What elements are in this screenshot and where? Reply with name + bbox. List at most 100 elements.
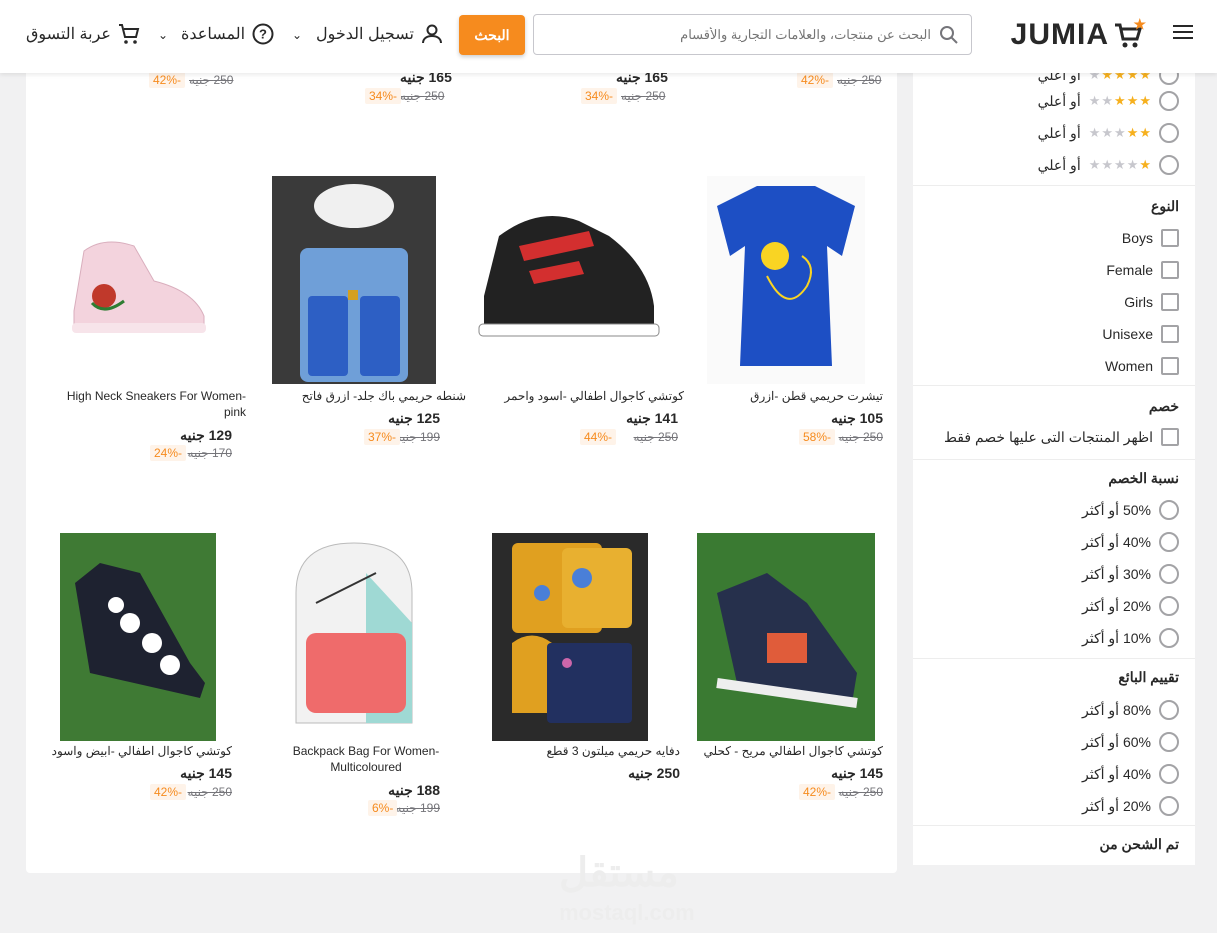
percent-option[interactable]: 40% أو أكثر: [1082, 532, 1179, 552]
percent-option[interactable]: 10% أو أكثر: [1082, 628, 1179, 648]
radio[interactable]: [1159, 796, 1179, 816]
radio[interactable]: [1159, 500, 1179, 520]
old-price: 199 جنيه: [395, 430, 440, 444]
radio[interactable]: [1159, 764, 1179, 784]
type-option[interactable]: Female: [1106, 261, 1179, 279]
checkbox[interactable]: [1161, 428, 1179, 446]
product-image-blue-backpack: [272, 176, 436, 384]
radio[interactable]: [1159, 91, 1179, 111]
old-price: 199 جنيه: [395, 801, 440, 815]
cart-icon: [118, 24, 140, 44]
logo-text: JUMIA: [1010, 18, 1109, 51]
radio[interactable]: [1159, 564, 1179, 584]
cart-label: عربة التسوق: [26, 26, 111, 43]
search-box[interactable]: [533, 14, 972, 55]
search-input[interactable]: [534, 15, 971, 54]
type-option[interactable]: Boys: [1122, 229, 1179, 247]
old-price: 250 جنيه: [838, 430, 883, 444]
seller-option[interactable]: 20% أو أكثر: [1082, 796, 1179, 816]
checkbox[interactable]: [1161, 325, 1179, 343]
percent-option[interactable]: 50% أو أكثر: [1082, 500, 1179, 520]
jumia-logo[interactable]: JUMIA ★: [1010, 16, 1146, 52]
menu-icon[interactable]: [1173, 25, 1193, 41]
radio[interactable]: [1159, 596, 1179, 616]
radio[interactable]: [1159, 628, 1179, 648]
percent-option[interactable]: 20% أو أكثر: [1082, 596, 1179, 616]
type-filter: النوع Boys Female Girls Unisexe Women: [913, 185, 1195, 385]
price: 125 جنيه: [388, 410, 440, 426]
product-card[interactable]: كوتشي كاجوال اطفالي مريح - كحلي 145 جنيه…: [697, 528, 897, 828]
user-icon: [421, 24, 442, 44]
radio[interactable]: [1159, 732, 1179, 752]
seller-rating-filter: تقييم البائع 80% أو أكثر 60% أو أكثر 40%…: [913, 658, 1195, 826]
product-card[interactable]: High Neck Sneakers For Women-pink 129 جن…: [46, 173, 246, 473]
stars-icon: ★ ★ ★ ★ ★: [1088, 93, 1151, 108]
product-name: كوتشي كاجوال اطفالي -ابيض واسود: [51, 744, 232, 758]
product-name: تيشرت حريمي قطن -ازرق: [750, 389, 883, 403]
old-price: 250 جنيه: [187, 785, 232, 799]
search-icon: [940, 26, 958, 44]
checkbox[interactable]: [1161, 357, 1179, 375]
discount-badge: -24%: [150, 445, 187, 461]
option-label: 10% أو أكثر: [1082, 629, 1151, 646]
option-label: 20% أو أكثر: [1082, 797, 1151, 814]
product-name: كوتشي كاجوال اطفالي مريح - كحلي: [703, 744, 883, 758]
watermark: مستقل mostaql.com: [559, 853, 695, 933]
radio[interactable]: [1159, 700, 1179, 720]
product-card[interactable]: تيشرت حريمي قطن -ازرق 105 جنيه 250 جنيه …: [697, 173, 897, 473]
watermark-ar: مستقل: [559, 851, 679, 895]
help-menu[interactable]: ? المساعدة: [181, 22, 275, 46]
discount-title: خصم: [1148, 398, 1179, 414]
login-menu[interactable]: تسجيل الدخول: [316, 22, 444, 46]
old-price: 250 جنيه: [837, 73, 882, 87]
seller-option[interactable]: 40% أو أكثر: [1082, 764, 1179, 784]
option-label: 30% أو أكثر: [1082, 565, 1151, 582]
product-card[interactable]: شنطه حريمي باك جلد- ازرق فاتح 125 جنيه 1…: [266, 173, 466, 473]
type-option[interactable]: Girls: [1124, 293, 1179, 311]
radio[interactable]: [1159, 155, 1179, 175]
price: 129 جنيه: [180, 427, 232, 443]
rating-label: أو أعلي: [1037, 156, 1081, 173]
price: 250 جنيه: [628, 765, 680, 781]
product-card[interactable]: Backpack Bag For Women-Multicoloured 188…: [266, 528, 466, 828]
radio[interactable]: [1159, 123, 1179, 143]
seller-option[interactable]: 80% أو أكثر: [1082, 700, 1179, 720]
discount-only-option[interactable]: اظهر المنتجات التى عليها خصم فقط: [944, 428, 1179, 446]
help-icon: ?: [252, 23, 274, 45]
price: 141 جنيه: [626, 410, 678, 426]
type-option[interactable]: Unisexe: [1102, 325, 1179, 343]
old-price: 250 جنيه: [838, 785, 883, 799]
login-chevron-down-icon[interactable]: ⌄: [292, 28, 302, 42]
checkbox[interactable]: [1161, 229, 1179, 247]
product-name: دفايه حريمي ميلتون 3 قطع: [546, 744, 680, 758]
product-card[interactable]: دفايه حريمي ميلتون 3 قطع 250 جنيه: [484, 528, 684, 828]
search-button[interactable]: البحث: [459, 15, 525, 55]
product-card[interactable]: كوتشي كاجوال اطفالي -اسود واحمر 141 جنيه…: [469, 173, 684, 473]
product-name: كوتشي كاجوال اطفالي -اسود واحمر: [504, 389, 684, 403]
option-label: 60% أو أكثر: [1082, 733, 1151, 750]
product-card[interactable]: كوتشي كاجوال اطفالي -ابيض واسود 145 جنيه…: [46, 528, 246, 828]
rating-option[interactable]: ★ ★ ★ ★ ★ أو أعلي: [1038, 123, 1179, 143]
rating-option[interactable]: ★ ★ ★ ★ ★ أو أعلي: [1038, 155, 1179, 175]
price: 145 جنيه: [831, 765, 883, 781]
rating-label: أو أعلي: [1037, 92, 1081, 109]
help-label: المساعدة: [181, 26, 246, 43]
old-price: 250 جنيه: [189, 73, 234, 87]
option-label: Unisexe: [1102, 326, 1153, 342]
checkbox[interactable]: [1161, 261, 1179, 279]
discount-badge: -6%: [368, 800, 398, 816]
percent-option[interactable]: 30% أو أكثر: [1082, 564, 1179, 584]
discount-badge: -42%: [150, 784, 187, 800]
logo-star-icon: ★: [1133, 16, 1147, 32]
type-option[interactable]: Women: [1105, 357, 1179, 375]
help-chevron-down-icon[interactable]: ⌄: [158, 28, 168, 42]
cart-link[interactable]: عربة التسوق: [26, 22, 141, 46]
product-image-black-red-sneaker: [469, 176, 671, 348]
product-image-warmer-set: [492, 533, 648, 741]
seller-title: تقييم البائع: [1118, 669, 1179, 685]
product-image-white-black-sneaker: [60, 533, 216, 741]
checkbox[interactable]: [1161, 293, 1179, 311]
seller-option[interactable]: 60% أو أكثر: [1082, 732, 1179, 752]
rating-option[interactable]: ★ ★ ★ ★ ★ أو أعلي: [1038, 91, 1179, 111]
radio[interactable]: [1159, 532, 1179, 552]
